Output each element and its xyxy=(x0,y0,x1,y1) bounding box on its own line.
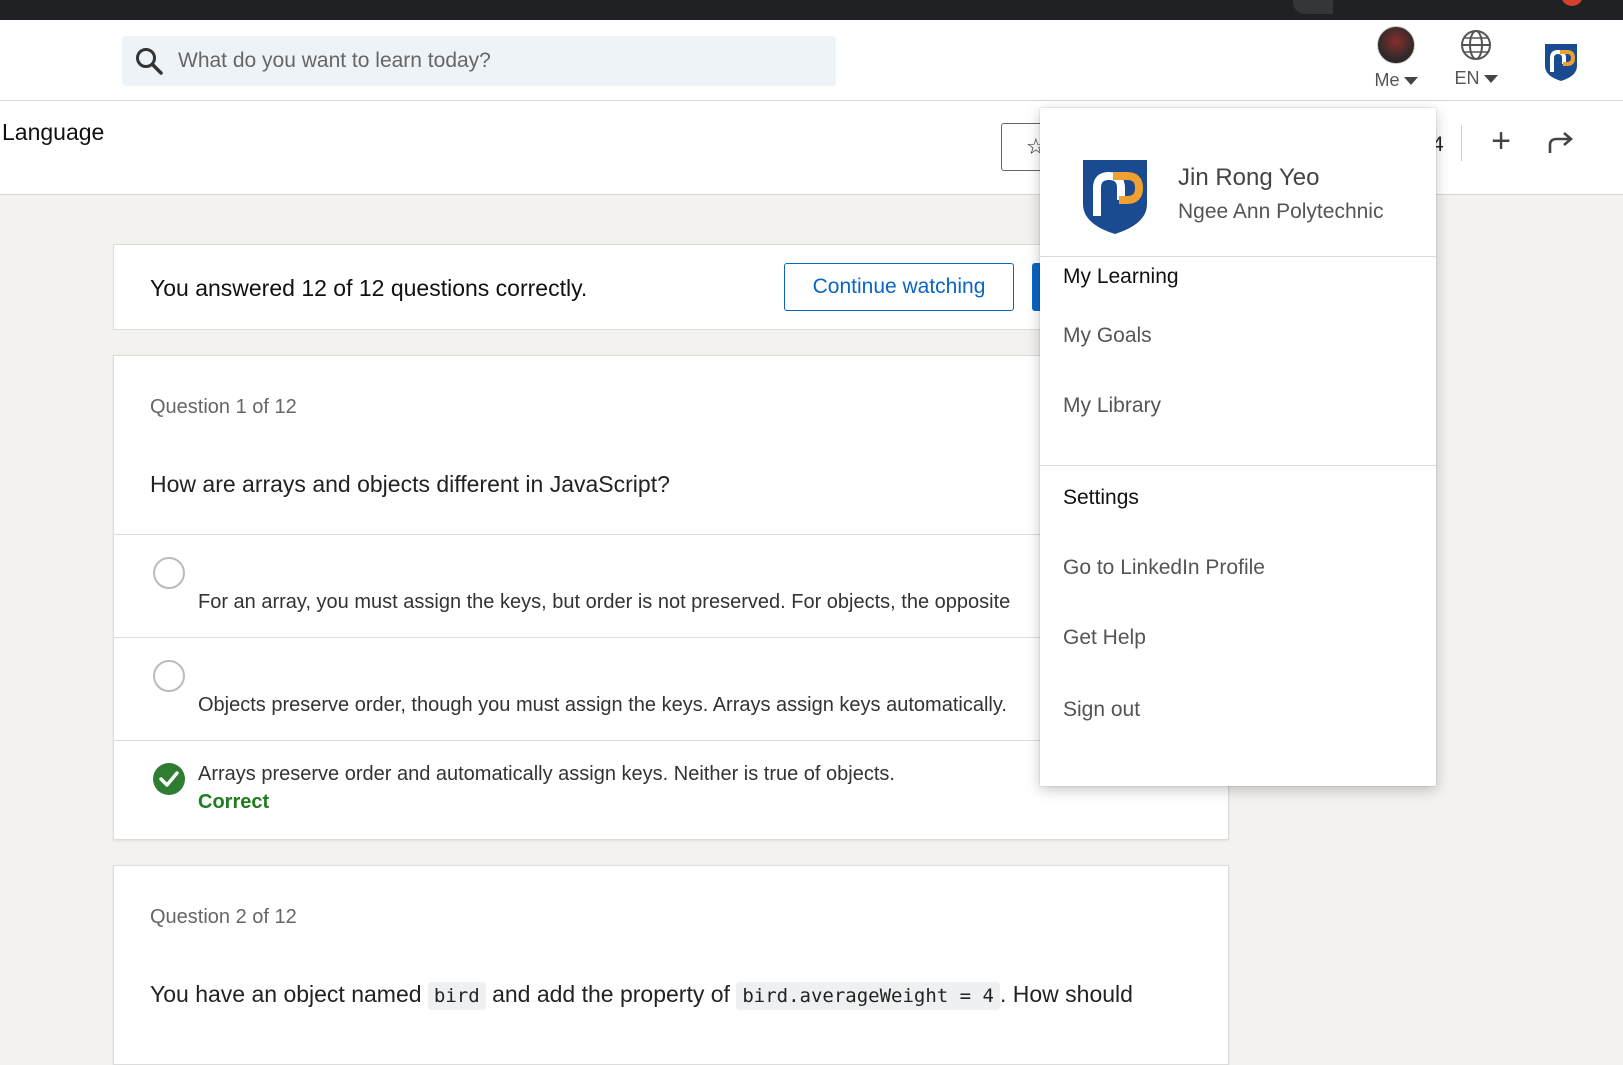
menu-item-my-goals[interactable]: My Goals xyxy=(1063,324,1152,348)
menu-item-sign-out[interactable]: Sign out xyxy=(1063,698,1140,722)
continue-watching-button[interactable]: Continue watching xyxy=(784,263,1014,311)
language-menu-button[interactable]: EN xyxy=(1448,26,1504,89)
browser-tabstrip xyxy=(0,0,1623,20)
result-message: You answered 12 of 12 questions correctl… xyxy=(150,275,588,301)
top-navigation: Me EN xyxy=(0,20,1623,101)
menu-item-my-library[interactable]: My Library xyxy=(1063,394,1161,418)
radio-button[interactable] xyxy=(153,557,185,589)
me-dropdown-menu: Jin Rong Yeo Ngee Ann Polytechnic My Lea… xyxy=(1040,108,1436,786)
page-title: Language xyxy=(2,119,105,145)
caret-down-icon xyxy=(1483,74,1498,83)
code-snippet: bird.averageWeight = 4 xyxy=(736,982,1000,1010)
browser-tab-edge xyxy=(1293,0,1333,14)
me-label-row: Me xyxy=(1368,70,1424,91)
answer-text: Objects preserve order, though you must … xyxy=(198,694,1007,716)
question-number: Question 1 of 12 xyxy=(150,396,297,418)
search-bar[interactable] xyxy=(122,36,836,86)
search-icon xyxy=(136,48,163,75)
answer-text: For an array, you must assign the keys, … xyxy=(198,591,1011,613)
me-menu-button[interactable]: Me xyxy=(1368,26,1424,91)
code-snippet: bird xyxy=(427,982,486,1010)
add-icon[interactable]: + xyxy=(1486,121,1516,161)
me-label: Me xyxy=(1374,70,1400,90)
menu-divider xyxy=(1040,465,1436,466)
correct-label: Correct xyxy=(198,791,270,813)
globe-icon xyxy=(1461,30,1491,60)
org-logo-icon xyxy=(1083,160,1147,234)
question-text-part: and add the property of xyxy=(492,981,730,1007)
share-icon[interactable] xyxy=(1547,129,1575,157)
avatar xyxy=(1377,26,1415,64)
language-label-row: EN xyxy=(1448,68,1504,89)
answer-text: Arrays preserve order and automatically … xyxy=(198,763,895,785)
menu-item-linkedin-profile[interactable]: Go to LinkedIn Profile xyxy=(1063,556,1265,580)
menu-item-get-help[interactable]: Get Help xyxy=(1063,626,1146,650)
question-text-part: . How should xyxy=(999,981,1133,1007)
divider xyxy=(1461,125,1462,161)
question-number: Question 2 of 12 xyxy=(150,906,297,928)
profile-organization: Ngee Ann Polytechnic xyxy=(1178,200,1384,223)
menu-item-settings[interactable]: Settings xyxy=(1063,486,1139,510)
checkmark-icon xyxy=(153,763,185,795)
radio-button[interactable] xyxy=(153,660,185,692)
browser-profile-icon[interactable] xyxy=(1561,0,1583,6)
question-card: Question 2 of 12 You have an object name… xyxy=(113,865,1229,1065)
caret-down-icon xyxy=(1403,76,1418,85)
org-logo-icon[interactable] xyxy=(1543,42,1579,82)
question-text: How are arrays and objects different in … xyxy=(150,471,670,497)
profile-name: Jin Rong Yeo xyxy=(1178,164,1320,191)
question-text: You have an object named bird and add th… xyxy=(150,981,1133,1010)
menu-item-my-learning[interactable]: My Learning xyxy=(1063,265,1179,289)
search-input[interactable] xyxy=(178,49,778,73)
language-label: EN xyxy=(1454,68,1480,88)
profile-header[interactable]: Jin Rong Yeo Ngee Ann Polytechnic xyxy=(1040,108,1436,257)
question-text-part: You have an object named xyxy=(150,981,422,1007)
